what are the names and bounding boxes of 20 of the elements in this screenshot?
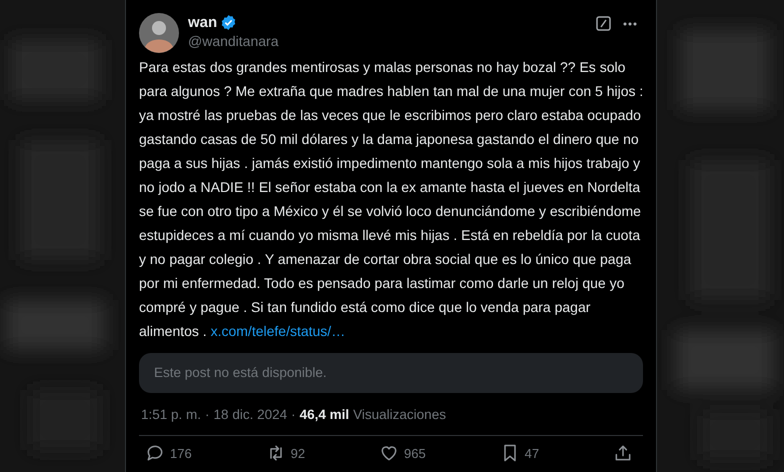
separator-dot: · (291, 406, 296, 424)
action-count: 92 (290, 444, 306, 462)
action-count: 965 (404, 444, 426, 462)
author-name[interactable]: wan (188, 13, 218, 32)
unavailable-message: Este post no está disponible. (154, 364, 327, 382)
action-count: 176 (170, 444, 192, 462)
slash-square-icon[interactable] (596, 16, 611, 31)
post-text: Para estas dos grandes mentirosas y malas personas no hay bozal ?? Es solo para algunos ? Me extraña que madres hablen tan mal de una mujer con 5 hijos : ya mostré las pruebas de las veces que le escribimos pero claro estaba ocupado gastando casas de 50 mil dólares y la dama japonesa gastando el dinero que no paga a sus hijas . jamás existió impedimento mantengo sola a mis hijos trabajo y no jodo a NADIE !! El señor estaba con la ex amante hasta el jueves en Nordelta se fue con otro tipo a México y él se volvió loco denunciándome y escribiéndome estupideces a mí cuando yo misma llevé mis hijas . Está en rebeldía por la cuota y no pagar colegio . Y amenazar de cortar obra social que es lo único que paga por mi enfermedad. Todo es pensado para lastimar como darle un reloj que yo compré y pague . Si tan fundido está como dice que lo venda para pagar alimentos . x.com/telefe/status/… (139, 58, 644, 341)
more-icon[interactable] (623, 22, 637, 26)
view-count: 46,4 mil (300, 406, 350, 424)
views-label: Visualizaciones (353, 406, 446, 424)
post-time[interactable]: 1:51 p. m. (141, 405, 202, 426)
action-count: 47 (524, 444, 540, 462)
separator-dot: · (205, 406, 210, 424)
post-link[interactable]: x.com/telefe/status/… (210, 323, 346, 339)
author-handle[interactable]: @wanditanara (188, 32, 278, 51)
share-icon[interactable] (612, 443, 633, 464)
post-date[interactable]: 18 dic. 2024 (214, 405, 288, 426)
reply-icon[interactable] (145, 443, 165, 464)
avatar-icon[interactable] (139, 13, 179, 53)
